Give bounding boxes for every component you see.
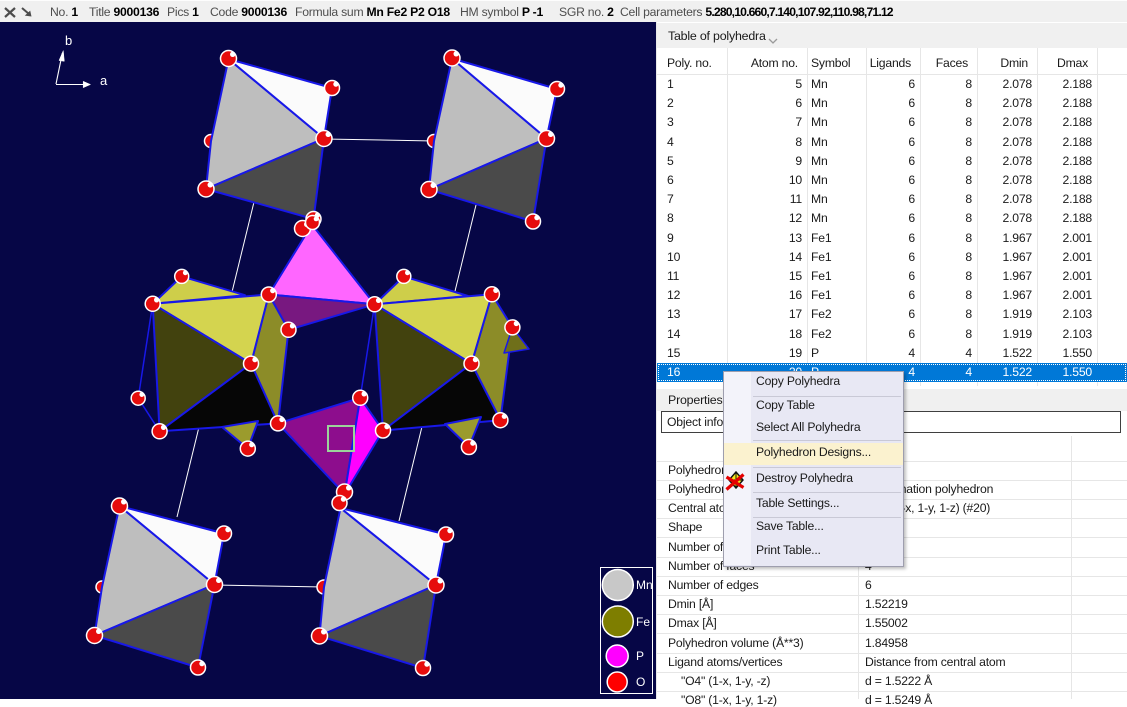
svg-text:b: b bbox=[65, 33, 72, 48]
svg-text:P: P bbox=[636, 649, 644, 663]
svg-text:Mn: Mn bbox=[636, 578, 653, 592]
svg-text:Fe: Fe bbox=[636, 615, 650, 629]
svg-text:O: O bbox=[636, 675, 645, 689]
svg-text:a: a bbox=[100, 73, 108, 88]
